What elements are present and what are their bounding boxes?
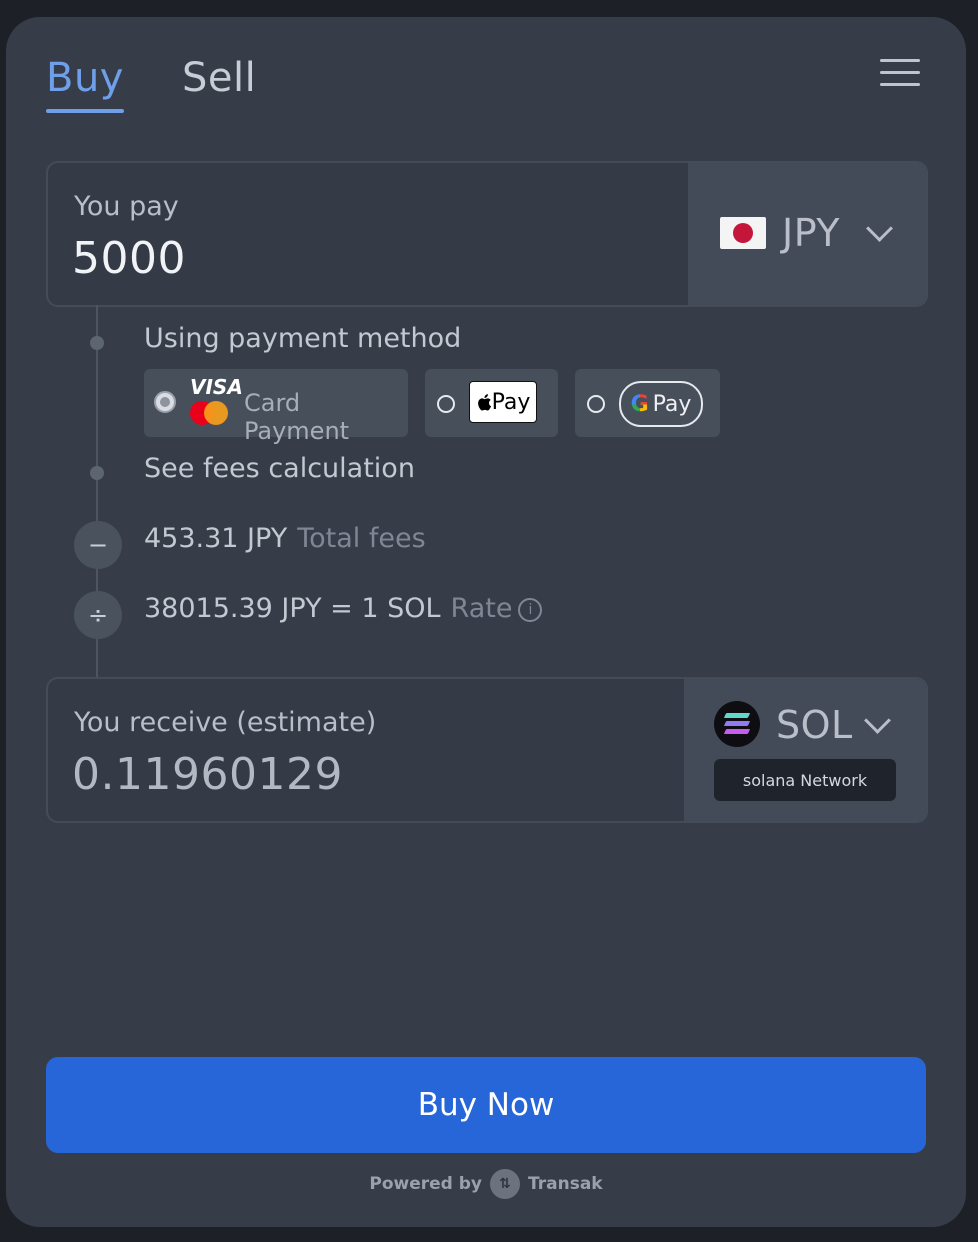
menu-icon[interactable] [880, 57, 922, 89]
total-fees-value: 453.31 JPY [144, 523, 288, 554]
fiat-currency-selector[interactable]: JPY [688, 163, 926, 305]
mastercard-icon [190, 401, 230, 425]
info-icon[interactable]: i [518, 598, 543, 622]
pay-label: You pay [74, 191, 179, 222]
receive-amount: 0.11960129 [72, 749, 343, 800]
receive-field: You receive (estimate) 0.11960129 SOL so… [46, 677, 928, 823]
network-badge: solana Network [714, 759, 896, 801]
apple-pay-text: Pay [491, 389, 531, 415]
total-fees-row: 453.31 JPY Total fees [144, 523, 426, 554]
radio-selected[interactable] [154, 391, 176, 413]
google-pay-logo: G Pay [619, 381, 703, 427]
tab-buy[interactable]: Buy [46, 55, 124, 113]
minus-icon: − [74, 521, 122, 569]
solana-icon [714, 701, 760, 747]
tab-sell[interactable]: Sell [182, 55, 256, 101]
rate-value: 38015.39 JPY = 1 SOL [144, 593, 441, 624]
widget-panel: Buy Sell You pay 5000 JPY Using payment … [6, 17, 966, 1227]
rate-label: Rate [450, 593, 513, 624]
card-payment-label: Card Payment [244, 389, 350, 445]
timeline-dot [90, 466, 104, 480]
fees-calculation-toggle[interactable]: See fees calculation [144, 453, 415, 484]
crypto-currency-code: SOL [776, 703, 853, 747]
divide-icon: ÷ [74, 591, 122, 639]
japan-flag-icon [720, 217, 766, 249]
total-fees-label: Total fees [297, 523, 426, 554]
payment-option-google-pay[interactable]: G Pay [575, 369, 720, 437]
radio-unselected[interactable] [587, 395, 605, 413]
radio-unselected[interactable] [437, 395, 455, 413]
powered-by-text: Powered by [369, 1174, 483, 1194]
rate-row: 38015.39 JPY = 1 SOL Rate i [144, 593, 543, 624]
payment-method-label: Using payment method [144, 323, 462, 354]
timeline-dot [90, 336, 104, 350]
pay-amount-input[interactable]: 5000 [72, 233, 186, 284]
transak-brand: Transak [528, 1174, 603, 1194]
fiat-currency-code: JPY [782, 211, 840, 255]
payment-option-apple-pay[interactable]: Pay [425, 369, 558, 437]
powered-by-footer: Powered by ⇅ Transak [6, 1169, 966, 1199]
payment-option-card[interactable]: VISA Card Payment [144, 369, 408, 445]
google-pay-text: Pay [652, 391, 692, 417]
pay-field: You pay 5000 JPY [46, 161, 928, 307]
visa-logo: VISA [190, 375, 243, 399]
chevron-down-icon [864, 707, 891, 734]
chevron-down-icon [866, 215, 893, 242]
transak-logo-icon: ⇅ [490, 1169, 521, 1199]
apple-icon [477, 393, 491, 411]
apple-pay-logo: Pay [469, 381, 537, 423]
buy-now-button[interactable]: Buy Now [46, 1057, 926, 1153]
receive-label: You receive (estimate) [74, 707, 377, 738]
google-g-icon: G [630, 391, 649, 417]
crypto-currency-selector[interactable]: SOL solana Network [684, 679, 926, 821]
